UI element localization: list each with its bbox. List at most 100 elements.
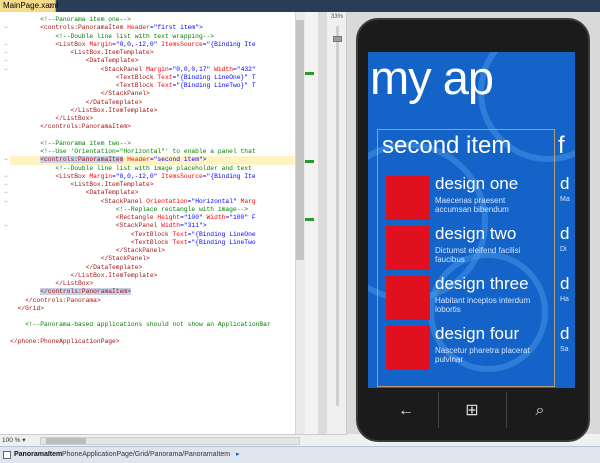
back-arrow-icon[interactable]: ← [386,398,426,424]
code-line[interactable]: </StackPanel> [10,247,304,255]
code-line[interactable]: − <StackPanel Margin="0,0,0,17" Width="4… [4,66,304,74]
fold-toggle-icon[interactable]: − [4,182,10,188]
code-token: </StackPanel> [100,255,150,263]
panorama-next-header: f [558,132,565,159]
code-line[interactable]: − <ListBox.ItemTemplate> [4,181,304,189]
item-line-two: Dictumst eleifend facilisi faucibus [435,246,521,264]
code-line[interactable]: − <ListBox Margin="0,0,-12,0" ItemsSourc… [4,40,304,49]
code-line[interactable]: </controls:Panorama> [10,297,304,305]
code-line[interactable]: − <controls:PanoramaItem Header="second … [4,156,304,165]
code-line[interactable]: − <DataTemplate> [4,189,304,197]
fold-toggle-icon[interactable]: − [4,198,10,205]
code-line[interactable]: </ListBox> [10,280,304,288]
code-line[interactable]: − <StackPanel Orientation="Horizontal" M… [4,197,304,206]
code-token: </phone:PhoneApplicationPage> [10,337,120,345]
code-line[interactable]: <!--Panorama item one--> [10,16,304,24]
code-token: ="0,0,-12,0" [112,172,162,180]
code-token: <ListBox.ItemTemplate> [70,181,154,188]
close-icon[interactable]: x [49,0,53,12]
xaml-code-editor[interactable]: <!--Panorama item one--> − <controls:Pano… [0,12,305,434]
code-line[interactable]: </StackPanel> [10,90,304,98]
code-line[interactable]: <!--Panorama item two--> [10,139,304,148]
splitter-bar[interactable] [318,12,327,434]
code-line[interactable] [10,132,304,140]
peek-line-one: d [560,174,570,193]
fold-toggle-icon[interactable]: − [4,173,10,180]
code-line[interactable]: <TextBlock Text="{Binding LineTwo}" T [10,82,304,90]
code-token: Margin [89,40,113,48]
code-line[interactable]: <TextBlock Text="{Binding LineOne}" T [10,74,304,82]
code-line[interactable]: − <controls:PanoramaItem Header="first i… [4,24,304,32]
zoom-level-dropdown[interactable]: 100 % ▾ [2,436,26,444]
fold-toggle-icon[interactable]: − [4,50,10,56]
list-item[interactable]: design four Nascetur pharetra placerat p… [386,324,556,376]
code-line[interactable]: − <DataTemplate> [4,57,304,65]
code-line[interactable]: </controls:PanoramaItem> [10,123,304,131]
code-line[interactable]: </ListBox.ItemTemplate> [10,107,304,115]
fold-toggle-icon[interactable]: − [4,58,10,64]
item-line-two: Habitant inceptos interdum lobortis [435,296,531,314]
code-line[interactable]: </phone:PhoneApplicationPage> [10,337,304,346]
code-line[interactable]: </StackPanel> [10,255,304,263]
code-line[interactable]: </ListBox> [10,115,304,123]
phone-hardware-buttons: ← ⊞ ⌕ [368,388,575,434]
list-item[interactable]: design one Maecenas praesent accumsan bi… [386,174,556,226]
code-token: Margin [89,172,113,180]
tab-mainpage-xaml[interactable]: MainPage.xaml x [0,0,58,12]
code-line[interactable] [10,313,304,321]
code-line[interactable]: </DataTemplate> [10,99,304,107]
code-line[interactable] [10,330,304,338]
peek-item: d Sa [560,324,575,376]
fold-toggle-icon[interactable]: − [4,66,10,73]
zoom-slider-track[interactable] [336,26,339,406]
code-token: ItemsSource [161,172,203,180]
list-item[interactable]: design two Dictumst eleifend facilisi fa… [386,224,556,276]
code-line[interactable]: <!--Use 'Orientation="Horizontal"' to en… [10,148,304,156]
breadcrumb-path[interactable]: PhoneApplicationPage/Grid/Panorama/Panor… [62,451,230,458]
list-item[interactable]: design three Habitant inceptos interdum … [386,274,556,326]
breadcrumb-current[interactable]: PanoramaItem [14,451,62,458]
fold-toggle-icon[interactable]: − [4,190,10,196]
code-line[interactable]: <!--Double line list with text wrapping-… [10,33,304,41]
editor-scroll-thumb[interactable] [296,20,304,260]
code-line[interactable]: </controls:PanoramaItem> [10,288,304,296]
breadcrumb-arrow-icon[interactable]: ▸ [236,450,240,458]
code-line[interactable]: <!--Panorama-based applications should n… [10,321,304,329]
code-line[interactable]: − <ListBox.ItemTemplate> [4,49,304,57]
code-line[interactable]: <!--Double line list with image placehol… [10,165,304,173]
code-token: ="{Binding Ite [202,40,256,48]
phone-screen: my ap second item f design one Maecenas … [368,52,575,388]
search-icon[interactable]: ⌕ [520,398,560,424]
code-line[interactable]: </Grid> [10,305,304,313]
code-line[interactable]: <Rectangle Height="100" Width="100" F [10,214,304,222]
fold-toggle-icon[interactable]: − [4,223,10,229]
change-marker [305,160,314,163]
code-line[interactable]: </DataTemplate> [10,264,304,272]
code-token: Text [172,230,188,238]
fold-toggle-icon[interactable]: − [4,157,10,163]
code-line[interactable]: </ListBox.ItemTemplate> [10,272,304,280]
code-line[interactable]: <TextBlock Text="{Binding LineOne [10,230,304,239]
horizontal-scroll-thumb[interactable] [46,438,86,444]
chevron-down-icon: ▾ [22,437,26,444]
code-line[interactable]: − <StackPanel Width="311"> [4,222,304,230]
code-line[interactable]: − <ListBox Margin="0,0,-12,0" ItemsSourc… [4,172,304,181]
fold-toggle-icon[interactable]: − [4,41,10,48]
code-line[interactable]: <TextBlock Text="{Binding LineTwo [10,239,304,247]
code-token: <StackPanel [100,197,147,205]
windows-start-icon[interactable]: ⊞ [452,398,492,424]
code-token: <!--Panorama item two--> [40,139,131,147]
zoom-slider-thumb[interactable] [333,36,342,42]
fold-toggle-icon[interactable]: − [4,25,10,31]
code-line[interactable]: <!--Replace rectangle with image--> [10,206,304,214]
